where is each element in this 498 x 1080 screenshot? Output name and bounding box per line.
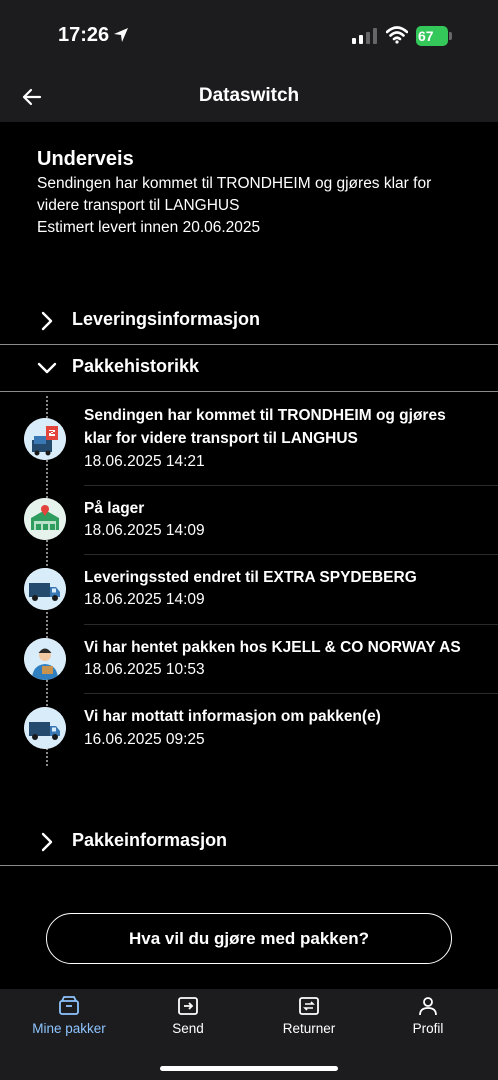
shipment-status: Underveis Sendingen har kommet til TROND… [37, 147, 477, 239]
cellular-signal-icon [352, 28, 377, 44]
page-title: Dataswitch [198, 85, 300, 106]
warehouse-icon [24, 498, 66, 540]
section-label: Pakkehistorikk [72, 356, 200, 376]
battery-indicator: 67 [416, 26, 452, 46]
event-title: klar for videre transport til LANGHUS [84, 430, 358, 447]
location-arrow-icon [114, 28, 128, 42]
event-separator [84, 624, 498, 625]
divider [0, 391, 498, 392]
truck-icon [24, 568, 66, 610]
tab-label: Returner [282, 1021, 336, 1036]
event-time: 18.06.2025 14:21 [84, 453, 205, 470]
delivery-info-toggle[interactable]: Leveringsinformasjon [0, 298, 498, 344]
wifi-icon [386, 26, 408, 44]
status-line: videre transport til LANGHUS [37, 197, 240, 214]
section-label: Leveringsinformasjon [72, 309, 261, 329]
event-time: 18.06.2025 14:09 [84, 522, 205, 539]
event-time: 16.06.2025 09:25 [84, 731, 205, 748]
package-actions-button[interactable]: Hva vil du gjøre med pakken? [46, 913, 452, 964]
status-bar: 17:26 67 [0, 0, 498, 72]
package-icon [59, 996, 79, 1015]
section-label: Pakkeinformasjon [72, 830, 228, 850]
divider [0, 865, 498, 866]
package-info-toggle[interactable]: Pakkeinformasjon [0, 819, 498, 865]
chevron-right-icon [41, 832, 53, 852]
status-line: Sendingen har kommet til TRONDHEIM og gj… [37, 175, 432, 192]
home-indicator [160, 1066, 338, 1071]
tab-profil[interactable]: Profil [373, 989, 483, 1049]
tab-label: Send [172, 1021, 204, 1036]
status-time: 17:26 [58, 24, 110, 46]
battery-level: 67 [418, 28, 434, 44]
courier-icon [24, 638, 66, 680]
event-title: Sendingen har kommet til TRONDHEIM og gj… [84, 407, 446, 424]
event-title: På lager [84, 500, 145, 517]
sorting-terminal-icon [24, 418, 66, 460]
event-separator [84, 485, 498, 486]
event-title: Vi har mottatt informasjon om pakken(e) [84, 708, 381, 725]
profile-icon [419, 997, 437, 1016]
event-title: Vi har hentet pakken hos KJELL & CO NORW… [84, 639, 461, 656]
app-header: Dataswitch [0, 72, 498, 122]
battery-cap [449, 32, 452, 40]
event-time: 18.06.2025 14:09 [84, 591, 205, 608]
tab-mine-pakker[interactable]: Mine pakker [14, 989, 124, 1049]
return-package-icon [299, 997, 319, 1015]
tab-label: Mine pakker [32, 1021, 106, 1036]
send-package-icon [178, 997, 198, 1015]
event-title: Leveringssted endret til EXTRA SPYDEBERG [84, 569, 417, 586]
tab-label: Profil [412, 1021, 444, 1036]
history-toggle[interactable]: Pakkehistorikk [0, 345, 498, 391]
event-time: 18.06.2025 10:53 [84, 661, 205, 678]
event-separator [84, 693, 498, 694]
tab-returner[interactable]: Returner [254, 989, 364, 1049]
tab-send[interactable]: Send [133, 989, 243, 1049]
truck-icon [24, 707, 66, 749]
status-line: Estimert levert innen 20.06.2025 [37, 219, 261, 236]
event-separator [84, 554, 498, 555]
chevron-down-icon [37, 362, 57, 374]
chevron-right-icon [41, 311, 53, 331]
status-title: Underveis [37, 148, 134, 170]
